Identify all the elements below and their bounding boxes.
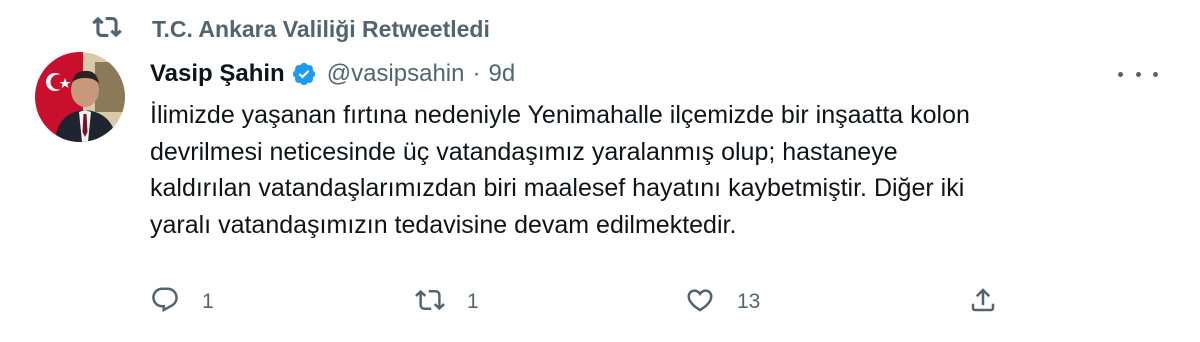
tweet-line: devrilmesi neticesinde üç vatandaşımız y… xyxy=(150,137,898,166)
author-handle[interactable]: @vasipsahin xyxy=(327,60,465,88)
tweet-line: İlimizde yaşanan fırtına nedeniyle Yenim… xyxy=(150,101,970,129)
retweet-header: T.C. Ankara Valiliği Retweetledi xyxy=(92,12,490,46)
separator-dot: · xyxy=(472,60,481,87)
like-button[interactable]: 13 xyxy=(685,282,760,322)
like-count: 13 xyxy=(737,290,761,313)
retweet-count: 1 xyxy=(467,290,479,313)
retweet-icon xyxy=(92,12,122,47)
tweet-line: kaldırılan vatandaşlarımızdan biri maale… xyxy=(150,174,965,202)
reply-button[interactable]: 1 xyxy=(150,282,214,322)
reply-count: 1 xyxy=(202,290,214,313)
share-button[interactable] xyxy=(968,282,998,322)
reply-icon xyxy=(150,285,180,320)
author-row: Vasip Şahin @vasipsahin · 9d xyxy=(150,56,515,92)
tweet-timestamp[interactable]: 9d xyxy=(488,60,515,88)
more-options-icon[interactable] xyxy=(1118,60,1158,88)
tweet-text: İlimizde yaşanan fırtına nedeniyle Yenim… xyxy=(150,97,1130,243)
author-display-name[interactable]: Vasip Şahin xyxy=(150,60,285,88)
retweet-button[interactable]: 1 xyxy=(415,282,479,322)
retweet-icon xyxy=(415,285,445,320)
share-icon xyxy=(968,285,998,320)
tweet-actions: 1 1 13 xyxy=(150,282,1010,322)
verified-badge-icon xyxy=(291,61,317,87)
avatar[interactable] xyxy=(35,52,125,142)
heart-icon xyxy=(685,285,715,320)
tweet-line: yaralı vatandaşımızın tedavisine devam e… xyxy=(150,210,737,239)
retweet-label[interactable]: T.C. Ankara Valiliği Retweetledi xyxy=(152,16,490,43)
